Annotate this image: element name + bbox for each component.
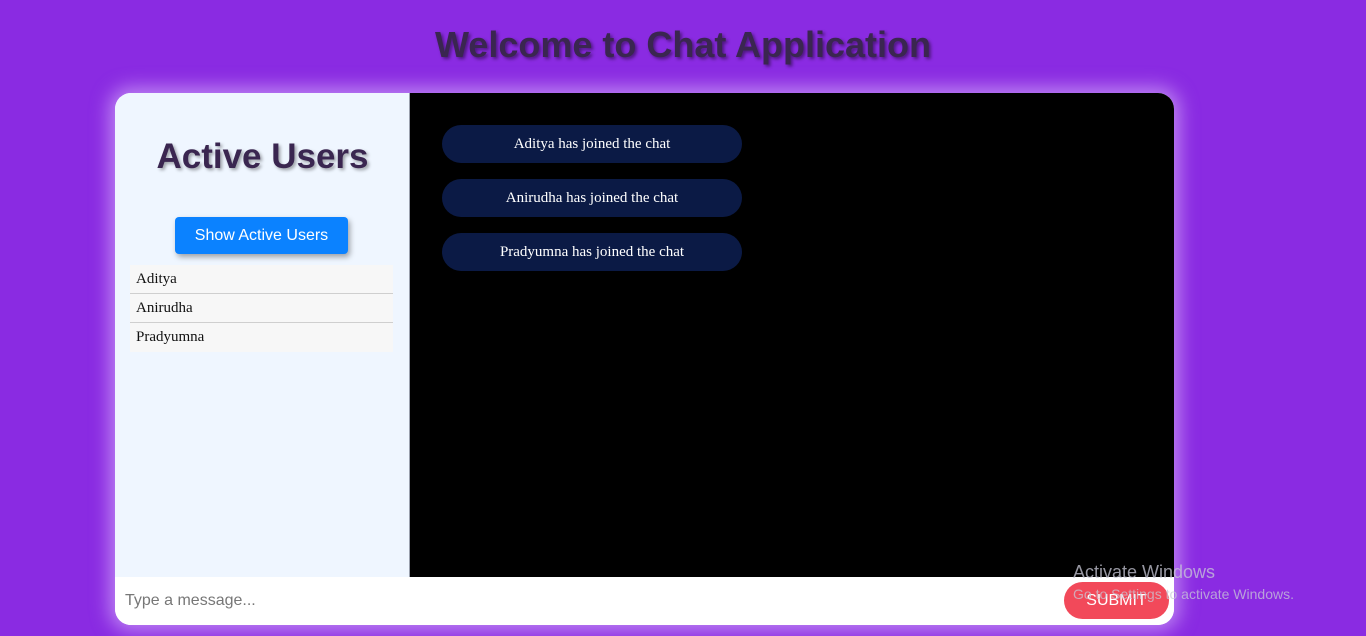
active-users-list: Aditya Anirudha Pradyumna [130, 265, 393, 352]
message-area: Aditya has joined the chat Anirudha has … [410, 93, 1174, 577]
submit-button[interactable]: SUBMIT [1064, 582, 1169, 619]
active-users-heading: Active Users [156, 137, 369, 176]
user-list-item: Aditya [130, 265, 393, 294]
chat-container: Active Users Show Active Users Aditya An… [115, 93, 1174, 625]
system-message: Aditya has joined the chat [442, 125, 742, 163]
show-active-users-button[interactable]: Show Active Users [175, 217, 348, 254]
system-message: Pradyumna has joined the chat [442, 233, 742, 271]
page-title: Welcome to Chat Application [434, 24, 932, 65]
user-list-item: Anirudha [130, 294, 393, 323]
system-message: Anirudha has joined the chat [442, 179, 742, 217]
message-input[interactable] [115, 577, 1055, 625]
message-composer: SUBMIT [115, 577, 1174, 625]
active-users-sidebar: Active Users Show Active Users Aditya An… [115, 93, 410, 577]
user-list-item: Pradyumna [130, 323, 393, 352]
